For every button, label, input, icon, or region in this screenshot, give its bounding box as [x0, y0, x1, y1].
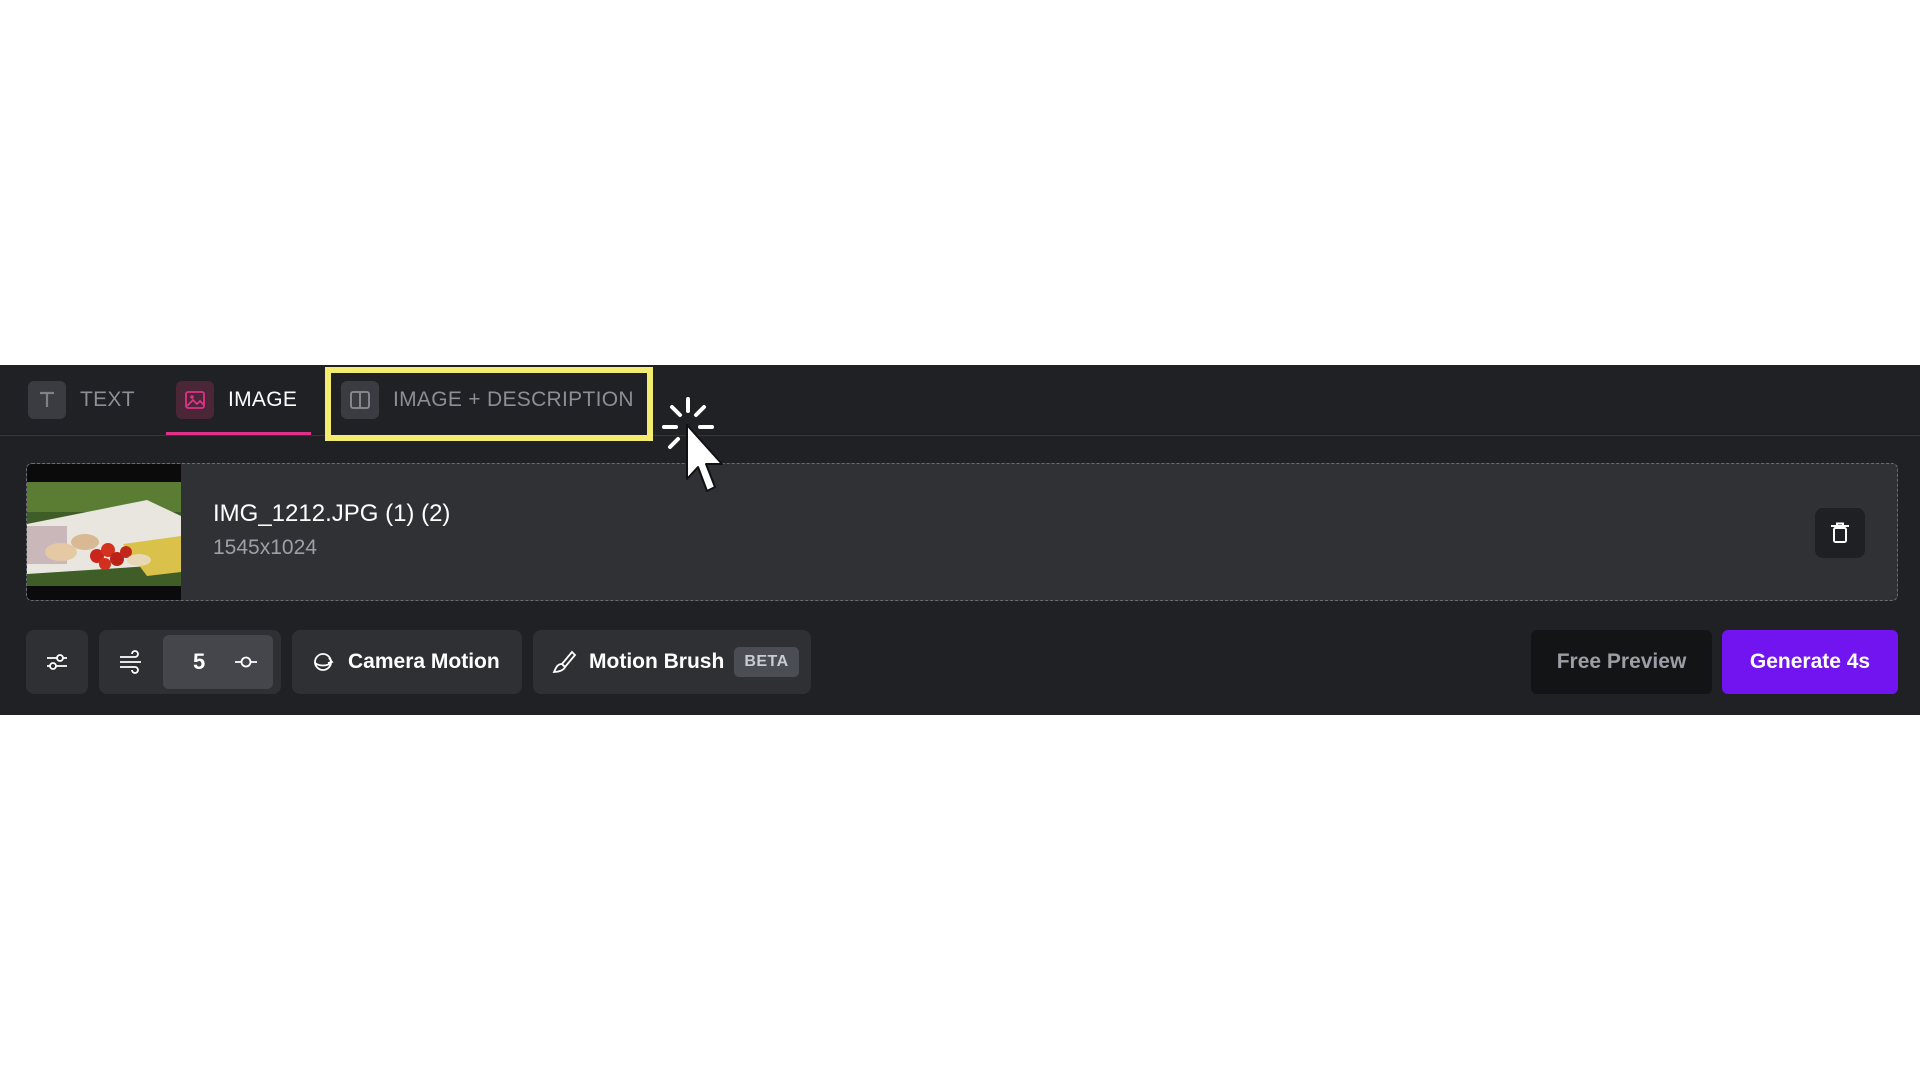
tab-text[interactable]: TEXT: [28, 381, 135, 419]
settings-button[interactable]: [26, 630, 88, 694]
tab-highlight-box: [325, 367, 653, 441]
tab-image-label: IMAGE: [228, 388, 298, 411]
image-thumbnail: [27, 464, 181, 600]
generate-button[interactable]: Generate 4s: [1722, 630, 1898, 694]
delete-image-button[interactable]: [1815, 508, 1865, 558]
motion-strength-control[interactable]: 5: [99, 630, 281, 694]
uploaded-image-card: IMG_1212.JPG (1) (2) 1545x1024: [26, 463, 1898, 601]
sliders-icon: [47, 654, 67, 670]
camera-motion-label: Camera Motion: [348, 650, 500, 673]
active-tab-indicator: [166, 432, 311, 435]
camera-motion-icon: [314, 653, 334, 671]
text-t-icon: [28, 381, 66, 419]
wind-icon: [120, 650, 141, 674]
generation-panel: TEXT IMAGE IMAGE + DESCRIPTION IMG_1212.…: [0, 365, 1920, 715]
tab-image[interactable]: IMAGE: [176, 381, 298, 419]
motion-value-box[interactable]: 5: [163, 635, 273, 689]
motion-brush-button[interactable]: Motion Brush BETA: [533, 630, 811, 694]
trash-icon: [1831, 522, 1849, 543]
camera-motion-button[interactable]: Camera Motion: [292, 630, 522, 694]
file-name: IMG_1212.JPG (1) (2): [213, 500, 451, 527]
brush-icon: [552, 650, 577, 673]
motion-brush-label: Motion Brush: [589, 650, 725, 673]
free-preview-button[interactable]: Free Preview: [1531, 630, 1712, 694]
tab-text-label: TEXT: [80, 388, 135, 411]
motion-value: 5: [193, 649, 206, 674]
slider-icon: [235, 656, 257, 668]
mode-tabs: TEXT IMAGE IMAGE + DESCRIPTION: [0, 365, 1920, 441]
file-dimensions: 1545x1024: [213, 536, 317, 559]
beta-badge: BETA: [734, 647, 799, 677]
image-icon: [176, 381, 214, 419]
